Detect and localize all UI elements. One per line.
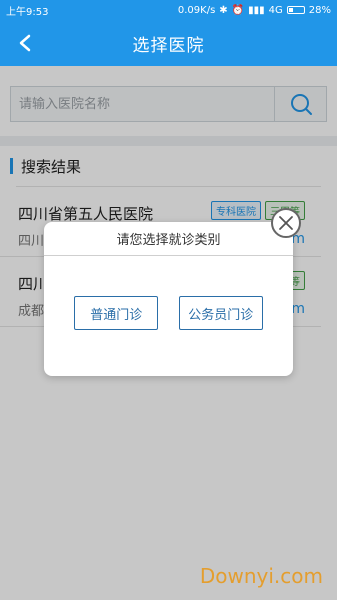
visit-type-dialog: 请您选择就诊类别 普通门诊 公务员门诊: [44, 222, 293, 376]
battery-icon: [286, 6, 305, 14]
dialog-close-button[interactable]: [271, 208, 301, 238]
watermark-text: Downyi.com: [199, 564, 323, 588]
back-button[interactable]: [10, 28, 40, 58]
status-right: 0.09K/s ✱ ⏰ ▮▮▮ 4G 28%: [178, 5, 331, 16]
bluetooth-icon: ✱: [219, 4, 228, 16]
battery-level: 28%: [308, 4, 331, 16]
net-speed: 0.09K/s: [177, 4, 216, 16]
general-clinic-button[interactable]: 普通门诊: [74, 296, 159, 330]
chevron-left-icon: [19, 34, 31, 52]
status-bar: 上午9:53 0.09K/s ✱ ⏰ ▮▮▮ 4G 28%: [0, 0, 337, 20]
alarm-icon: ⏰: [231, 4, 245, 16]
page-title: 选择医院: [132, 35, 205, 56]
status-time: 上午9:53: [6, 6, 49, 18]
dialog-actions: 普通门诊 公务员门诊: [44, 296, 293, 330]
network-type: 4G: [268, 4, 283, 16]
civil-servant-clinic-button[interactable]: 公务员门诊: [178, 296, 263, 330]
nav-bar: 选择医院: [0, 20, 337, 66]
close-icon: [279, 216, 293, 230]
signal-icon: ▮▮▮: [248, 4, 265, 16]
dialog-title: 请您选择就诊类别: [44, 222, 293, 256]
